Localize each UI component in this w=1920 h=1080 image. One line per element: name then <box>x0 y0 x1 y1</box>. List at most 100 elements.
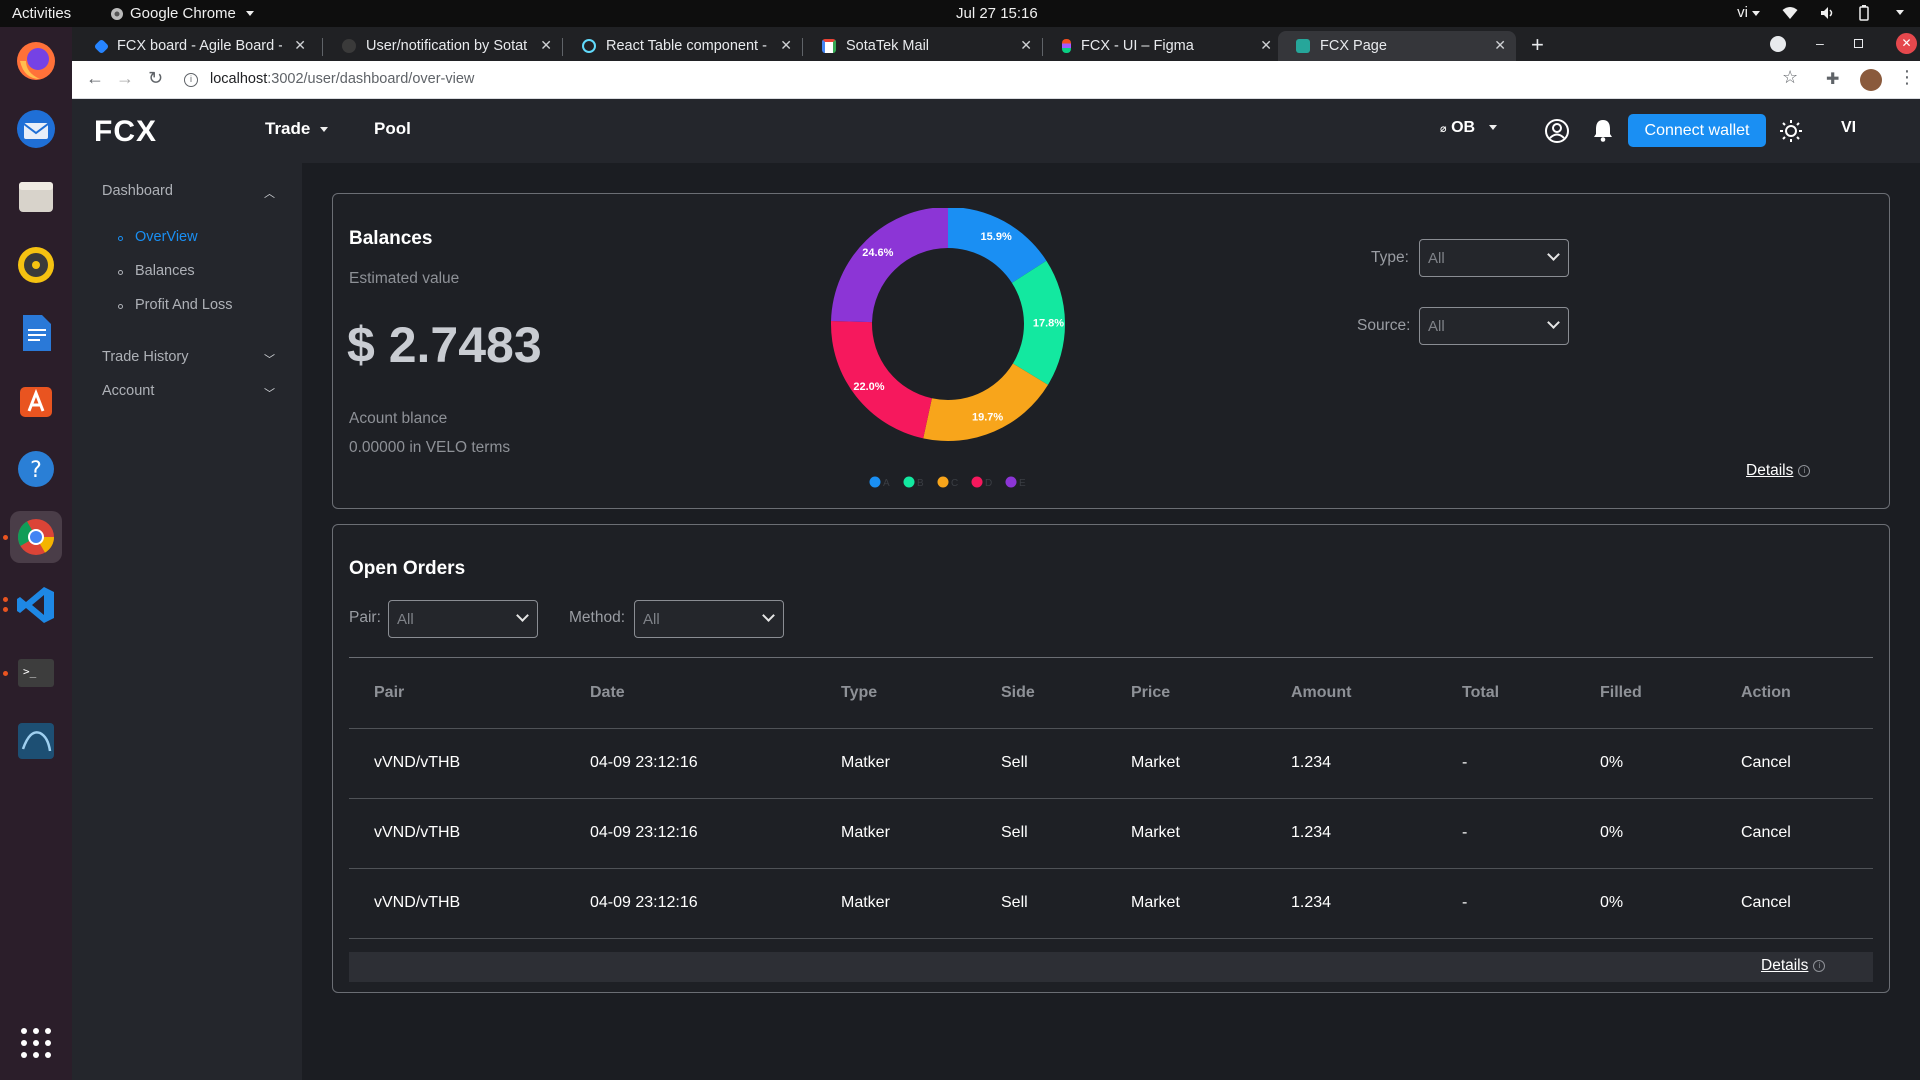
donut-slice-C[interactable] <box>923 363 1048 441</box>
chevron-up-icon[interactable]: ︿ <box>264 185 275 201</box>
bookmark-star-icon[interactable]: ☆ <box>1782 67 1798 88</box>
thunderbird-icon[interactable] <box>10 103 62 155</box>
back-arrow-icon[interactable]: ← <box>86 68 104 89</box>
close-tab-icon[interactable]: ✕ <box>540 37 552 54</box>
legend-marker[interactable] <box>903 476 915 488</box>
firefox-icon[interactable] <box>10 35 62 87</box>
legend-marker[interactable] <box>1005 476 1017 488</box>
notification-bell-icon[interactable] <box>1593 118 1613 142</box>
chrome-menu-icon[interactable]: ⋮ <box>1898 67 1916 88</box>
table-footer-bar <box>349 952 1873 982</box>
wifi-icon <box>1782 6 1798 19</box>
sidebar-item-profit-and-loss[interactable]: Profit And Loss <box>118 297 233 313</box>
open-orders-details-link[interactable]: Details i <box>1761 957 1826 975</box>
pair-label: Pair: <box>349 609 381 626</box>
libreoffice-writer-icon[interactable] <box>10 307 62 359</box>
cell-type: Matker <box>841 867 1001 939</box>
chevron-down-icon <box>762 609 775 622</box>
legend-marker[interactable] <box>869 476 881 488</box>
ubuntu-software-icon[interactable] <box>10 375 62 427</box>
minimize-window-icon[interactable]: – <box>1816 35 1824 51</box>
site-info-icon[interactable]: i <box>184 73 198 87</box>
files-icon[interactable] <box>10 171 62 223</box>
open-orders-table: Pair Date Type Side Price Amount Total F… <box>349 658 1873 939</box>
language-switch[interactable]: VI <box>1841 119 1856 137</box>
mysql-workbench-icon[interactable] <box>10 715 62 767</box>
tab-search-icon[interactable] <box>1770 36 1786 52</box>
cancel-order-button[interactable]: Cancel <box>1741 727 1873 798</box>
system-tray[interactable]: vi <box>1737 4 1904 21</box>
pair-select[interactable]: All <box>388 600 538 638</box>
running-indicator <box>3 535 8 540</box>
vscode-icon[interactable] <box>10 579 62 631</box>
sidebar-item-dashboard[interactable]: Dashboard <box>102 183 173 199</box>
show-applications-icon[interactable] <box>10 1017 62 1069</box>
clock[interactable]: Jul 27 15:16 <box>956 5 1038 22</box>
estimated-value: $ 2.7483 <box>347 317 542 373</box>
cancel-order-button[interactable]: Cancel <box>1741 797 1873 868</box>
orderbook-selector[interactable]: ⌀ OB <box>1440 119 1498 137</box>
bullet-icon <box>118 270 123 275</box>
details-label: Details <box>1746 462 1794 479</box>
caret-down-icon <box>1489 125 1498 131</box>
close-tab-icon[interactable]: ✕ <box>294 37 306 54</box>
fcx-app: FCX Trade Pool ⌀ OB Connect wallet VI Da… <box>72 99 1920 1080</box>
cancel-order-button[interactable]: Cancel <box>1741 867 1873 939</box>
reload-icon[interactable]: ↻ <box>148 68 163 89</box>
cell-total: - <box>1462 727 1600 798</box>
balances-details-link[interactable]: Details i <box>1746 462 1811 480</box>
gmail-icon <box>822 39 836 53</box>
chevron-down-icon <box>516 609 529 622</box>
terminal-icon[interactable]: >_ <box>10 647 62 699</box>
url-path: :3002/user/dashboard/over-view <box>267 71 475 87</box>
fcx-logo[interactable]: FCX <box>94 115 157 149</box>
nav-trade[interactable]: Trade <box>265 119 329 139</box>
extensions-icon[interactable]: ✚ <box>1826 69 1839 89</box>
connect-wallet-button[interactable]: Connect wallet <box>1628 114 1766 147</box>
cell-amount: 1.234 <box>1291 727 1462 798</box>
sidebar-label: Trade History <box>102 349 189 365</box>
rhythmbox-icon[interactable] <box>10 239 62 291</box>
app-header: FCX Trade Pool ⌀ OB Connect wallet VI <box>72 99 1920 163</box>
new-tab-button[interactable]: + <box>1531 32 1544 58</box>
close-window-icon[interactable]: ✕ <box>1896 33 1917 54</box>
chrome-icon[interactable] <box>10 511 62 563</box>
input-language[interactable]: vi <box>1737 4 1748 21</box>
cell-pair: vVND/vTHB <box>349 867 590 939</box>
activities-button[interactable]: Activities <box>12 5 71 22</box>
legend-marker[interactable] <box>937 476 949 488</box>
theme-toggle-sun-icon[interactable] <box>1779 119 1803 143</box>
chevron-down-icon[interactable]: ﹀ <box>264 351 275 367</box>
browser-tab[interactable]: SotaTek Mail ✕ <box>804 31 1042 61</box>
close-tab-icon[interactable]: ✕ <box>1494 37 1506 54</box>
legend-marker[interactable] <box>971 476 983 488</box>
browser-tab[interactable]: FCX board - Agile Board - S ✕ <box>78 31 316 61</box>
forward-arrow-icon[interactable]: → <box>116 68 134 89</box>
url-field[interactable]: localhost:3002/user/dashboard/over-view <box>210 71 474 87</box>
help-icon[interactable]: ? <box>10 443 62 495</box>
profile-avatar[interactable] <box>1860 69 1882 91</box>
type-select[interactable]: All <box>1419 239 1569 277</box>
method-select[interactable]: All <box>634 600 784 638</box>
close-tab-icon[interactable]: ✕ <box>1260 37 1272 54</box>
browser-tab-active[interactable]: FCX Page ✕ <box>1278 31 1516 61</box>
browser-tab[interactable]: User/notification by Sotat ✕ <box>324 31 562 61</box>
nav-pool[interactable]: Pool <box>374 119 411 139</box>
close-tab-icon[interactable]: ✕ <box>780 37 792 54</box>
donut-slice-D[interactable] <box>831 321 932 439</box>
sidebar-item-account[interactable]: Account <box>102 383 154 399</box>
donut-slice-label: 17.8% <box>1033 318 1064 330</box>
app-menu[interactable]: Google Chrome <box>110 5 254 22</box>
browser-tab[interactable]: React Table component - I ✕ <box>564 31 802 61</box>
close-tab-icon[interactable]: ✕ <box>1020 37 1032 54</box>
donut-slice-E[interactable] <box>831 208 948 323</box>
chevron-down-icon[interactable]: ﹀ <box>264 385 275 401</box>
sidebar-item-overview[interactable]: OverView <box>118 229 198 245</box>
running-indicator <box>3 671 8 676</box>
source-select[interactable]: All <box>1419 307 1569 345</box>
sidebar-item-balances[interactable]: Balances <box>118 263 195 279</box>
sidebar-item-trade-history[interactable]: Trade History <box>102 349 188 365</box>
account-icon[interactable] <box>1544 118 1570 144</box>
maximize-window-icon[interactable] <box>1854 39 1863 48</box>
browser-tab[interactable]: FCX - UI – Figma ✕ <box>1044 31 1282 61</box>
